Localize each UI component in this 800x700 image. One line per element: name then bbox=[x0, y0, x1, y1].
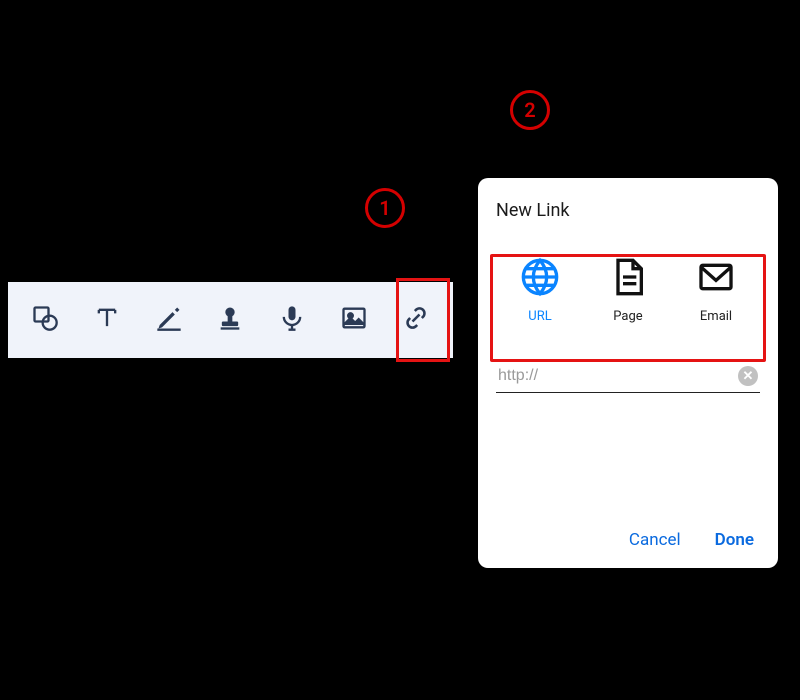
done-button[interactable]: Done bbox=[715, 530, 754, 550]
link-type-page[interactable]: Page bbox=[608, 257, 648, 324]
cancel-button[interactable]: Cancel bbox=[629, 530, 681, 550]
dialog-title: New Link bbox=[496, 200, 760, 221]
image-icon bbox=[340, 304, 368, 336]
link-type-label: URL bbox=[528, 309, 551, 324]
link-icon bbox=[402, 304, 430, 336]
url-input-row: ✕ bbox=[496, 366, 760, 393]
link-type-group: URL Page Email bbox=[496, 247, 760, 336]
step-number: 2 bbox=[524, 98, 535, 122]
shape-icon bbox=[31, 304, 59, 336]
annotation-toolbar bbox=[8, 282, 453, 358]
new-link-dialog: New Link URL Page bbox=[478, 178, 778, 568]
mic-button[interactable] bbox=[268, 296, 316, 344]
link-type-label: Page bbox=[613, 309, 642, 324]
url-input[interactable] bbox=[498, 367, 738, 385]
stamp-button[interactable] bbox=[206, 296, 254, 344]
close-icon: ✕ bbox=[743, 369, 754, 384]
pen-button[interactable] bbox=[145, 296, 193, 344]
image-button[interactable] bbox=[330, 296, 378, 344]
link-type-email[interactable]: Email bbox=[696, 257, 736, 324]
stamp-icon bbox=[216, 304, 244, 336]
step-badge-2: 2 bbox=[510, 90, 550, 130]
text-icon bbox=[93, 304, 121, 336]
step-number: 1 bbox=[379, 196, 390, 220]
step-badge-1: 1 bbox=[365, 188, 405, 228]
shape-button[interactable] bbox=[21, 296, 69, 344]
pen-icon bbox=[155, 304, 183, 336]
text-button[interactable] bbox=[83, 296, 131, 344]
page-icon bbox=[608, 257, 648, 301]
dialog-actions: Cancel Done bbox=[496, 530, 760, 554]
email-icon bbox=[696, 257, 736, 301]
mic-icon bbox=[278, 304, 306, 336]
link-type-label: Email bbox=[700, 309, 732, 324]
globe-icon bbox=[520, 257, 560, 301]
link-type-url[interactable]: URL bbox=[520, 257, 560, 324]
link-button[interactable] bbox=[392, 296, 440, 344]
clear-input-button[interactable]: ✕ bbox=[738, 366, 758, 386]
